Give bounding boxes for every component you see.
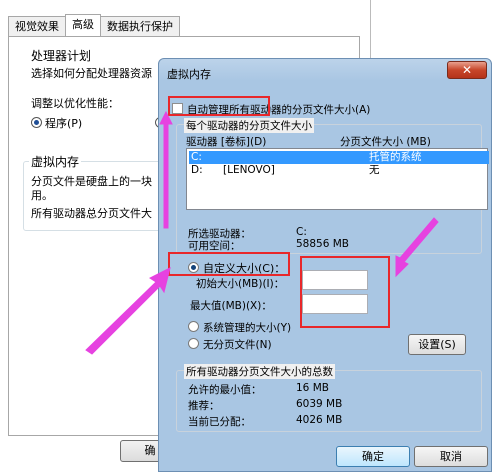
annotation-arrows: [85, 110, 439, 355]
arrow-up-annotation: [159, 110, 173, 229]
tab-advanced[interactable]: 高级: [65, 14, 101, 36]
arrow-right-annotation: [395, 217, 439, 278]
arrow-left-annotation: [85, 267, 171, 355]
